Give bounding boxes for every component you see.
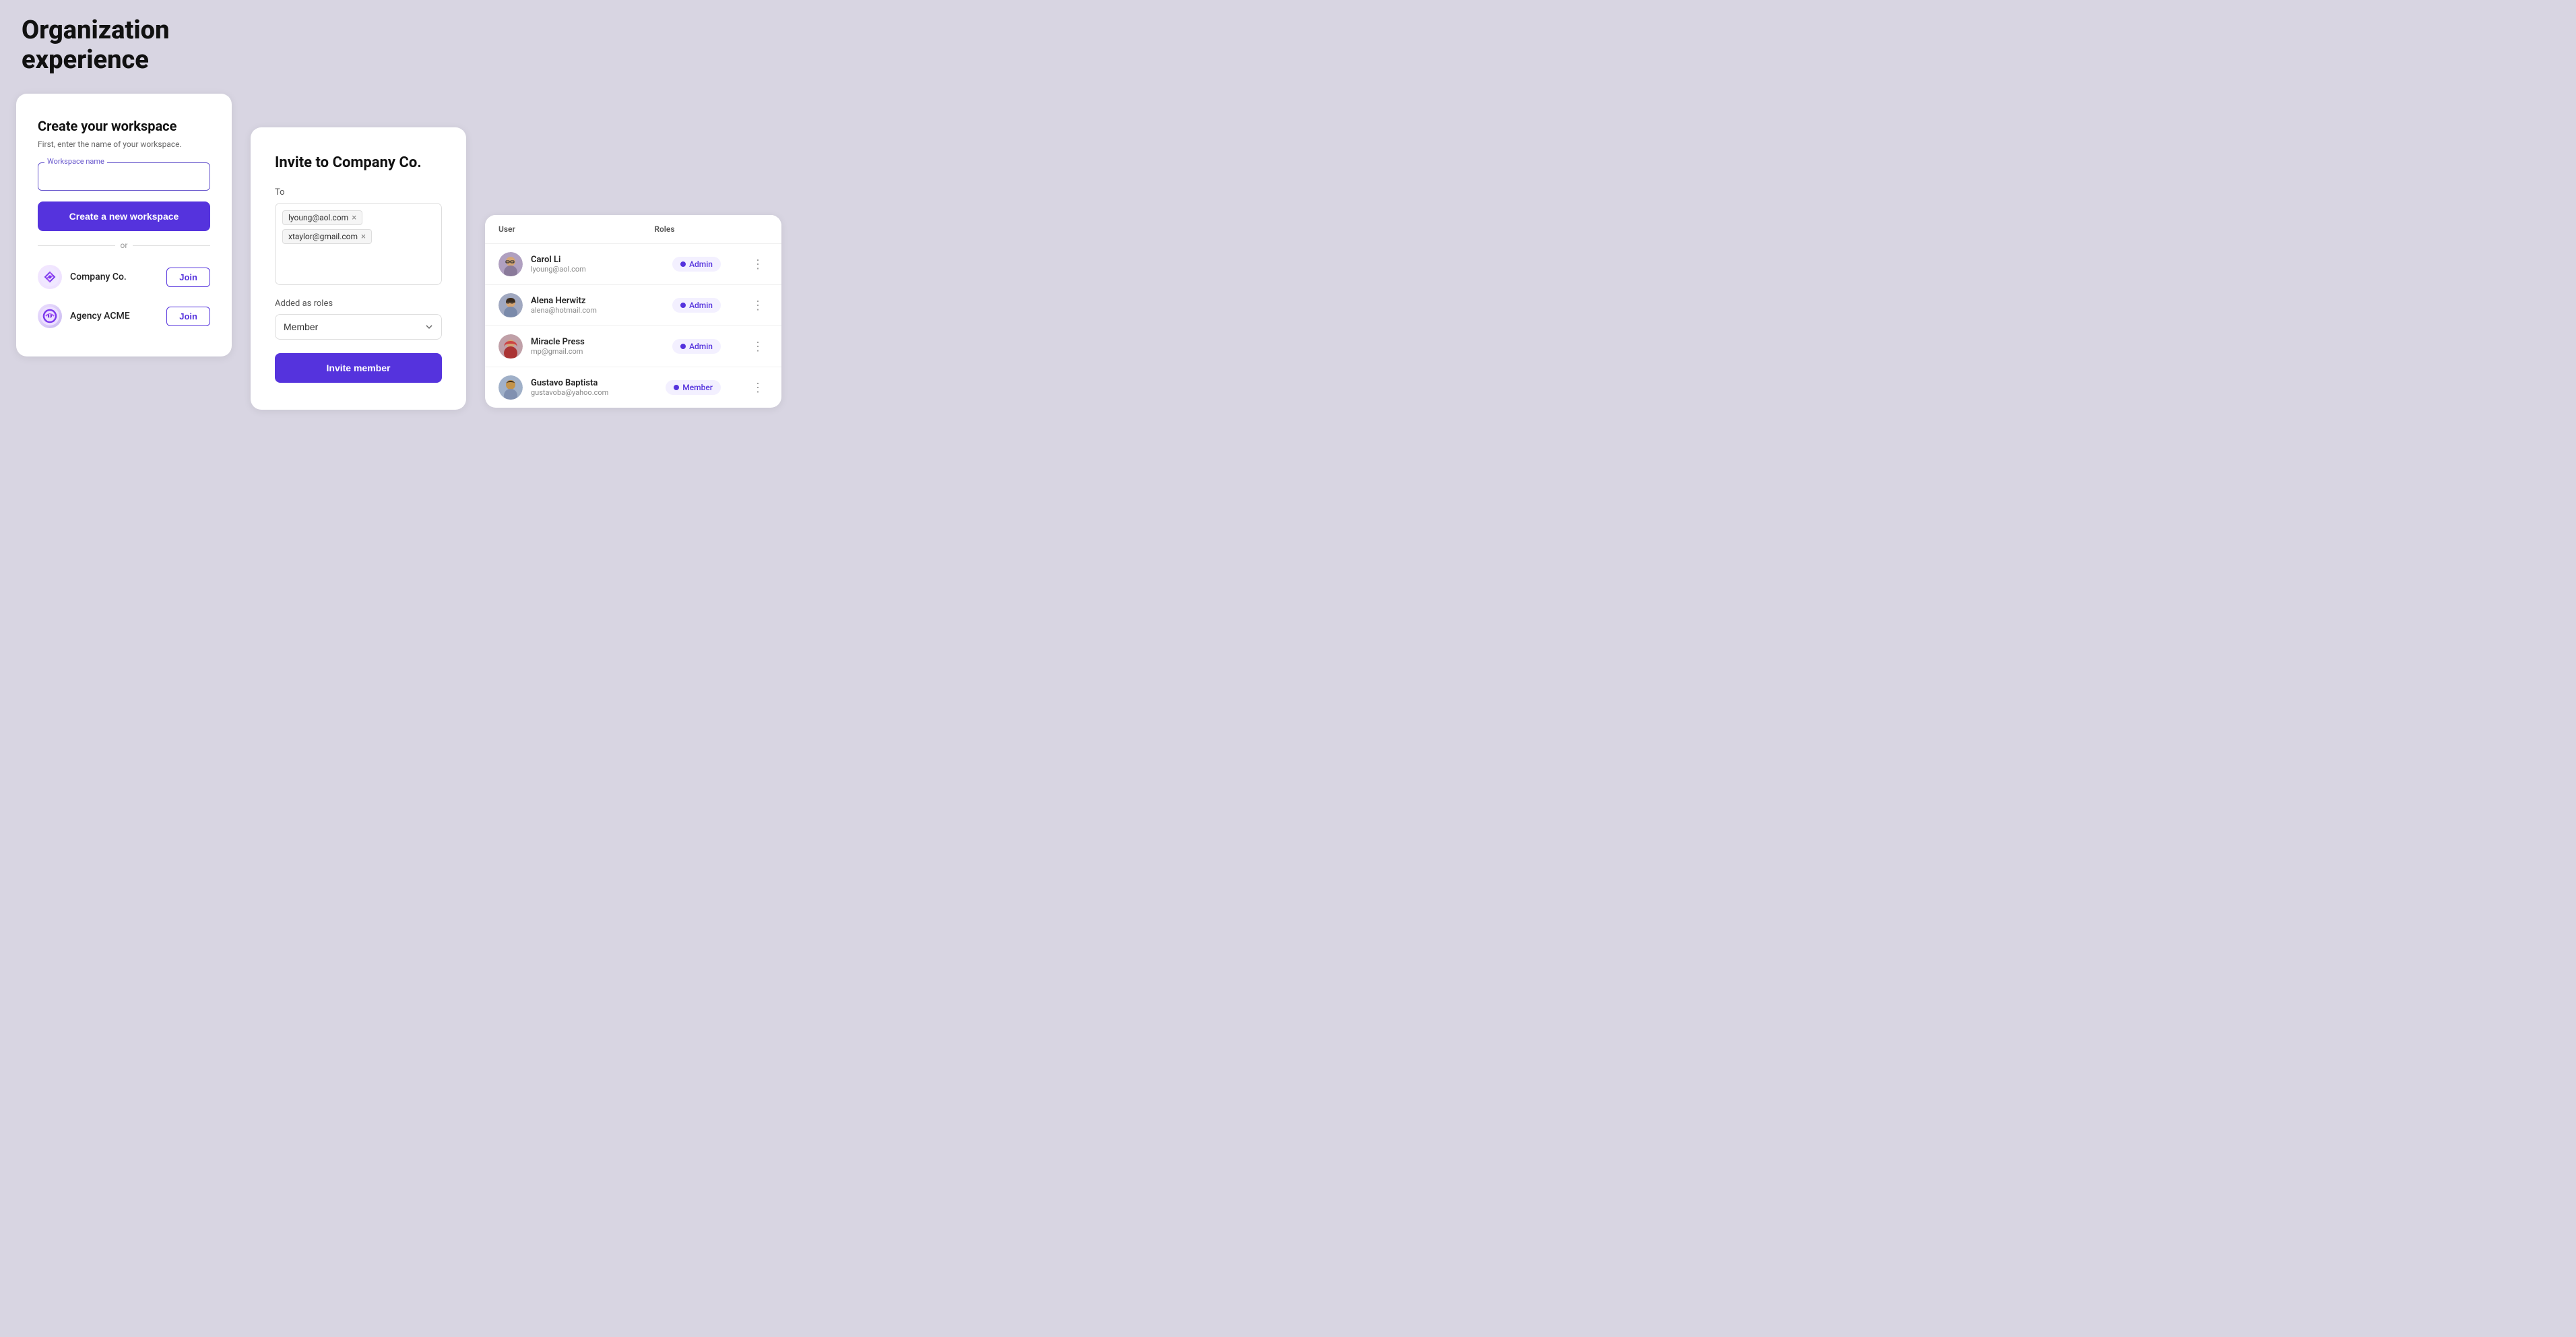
user-name-3: Gustavo Baptista <box>531 378 608 388</box>
user-cell-1: Alena Herwitz alena@hotmail.com <box>498 293 627 317</box>
create-workspace-panel: Create your workspace First, enter the n… <box>16 94 232 356</box>
more-options-button-3[interactable]: ⋮ <box>748 379 768 396</box>
user-cell-0: Carol Li lyoung@aol.com <box>498 252 627 276</box>
company-logo <box>38 265 62 289</box>
company-name: Company Co. <box>70 272 127 282</box>
role-dot-3 <box>674 385 679 390</box>
create-workspace-button[interactable]: Create a new workspace <box>38 201 210 231</box>
email-tag-1: lyoung@aol.com × <box>282 210 362 225</box>
role-badge-2: Admin <box>672 339 721 354</box>
col-user-header: User <box>485 215 641 244</box>
create-workspace-subheading: First, enter the name of your workspace. <box>38 139 210 149</box>
email-tag-2-remove[interactable]: × <box>361 232 366 241</box>
workspace-name-input[interactable] <box>38 162 210 191</box>
roles-label: Added as roles <box>275 299 442 309</box>
workspace-item-company: Company Co. Join <box>38 261 210 293</box>
create-workspace-heading: Create your workspace <box>38 118 210 134</box>
role-text-2: Admin <box>689 342 713 351</box>
user-info-0: Carol Li lyoung@aol.com <box>531 255 586 274</box>
role-badge-3: Member <box>666 380 721 395</box>
divider-text: or <box>121 241 128 250</box>
more-options-button-2[interactable]: ⋮ <box>748 338 768 355</box>
user-name-0: Carol Li <box>531 255 586 265</box>
user-name-2: Miracle Press <box>531 337 585 347</box>
role-dot-0 <box>680 261 686 267</box>
table-row: Gustavo Baptista gustavoba@yahoo.com Mem… <box>485 367 781 408</box>
user-cell-3: Gustavo Baptista gustavoba@yahoo.com <box>498 375 627 400</box>
role-dot-2 <box>680 344 686 349</box>
workspace-input-label: Workspace name <box>44 157 107 166</box>
role-text-1: Admin <box>689 301 713 310</box>
page-title: Organization experience <box>16 16 2560 75</box>
user-avatar-0 <box>498 252 523 276</box>
role-badge-0: Admin <box>672 257 721 272</box>
email-tag-2: xtaylor@gmail.com × <box>282 229 372 244</box>
join-company-button[interactable]: Join <box>166 268 210 287</box>
role-text-3: Member <box>682 383 713 392</box>
user-email-3: gustavoba@yahoo.com <box>531 388 608 397</box>
to-label: To <box>275 187 442 197</box>
workspace-item-agency: Agency ACME Join <box>38 300 210 332</box>
members-panel: User Roles Carol Li lyoung@aol.com <box>485 215 781 408</box>
role-dot-1 <box>680 303 686 308</box>
col-roles-header: Roles <box>641 215 734 244</box>
divider-left <box>38 245 115 246</box>
email-tags-box[interactable]: lyoung@aol.com × xtaylor@gmail.com × <box>275 203 442 285</box>
invite-heading: Invite to Company Co. <box>275 154 442 171</box>
user-cell-2: Miracle Press mp@gmail.com <box>498 334 627 359</box>
table-row: Alena Herwitz alena@hotmail.com Admin ⋮ <box>485 285 781 326</box>
agency-name: Agency ACME <box>70 311 130 321</box>
role-select[interactable]: Member Admin Viewer <box>275 314 442 340</box>
email-tag-2-address: xtaylor@gmail.com <box>288 232 358 241</box>
user-avatar-3 <box>498 375 523 400</box>
workspace-list: Company Co. Join Ag <box>38 261 210 332</box>
divider-right <box>133 245 210 246</box>
invite-member-button[interactable]: Invite member <box>275 353 442 383</box>
user-email-1: alena@hotmail.com <box>531 306 597 315</box>
user-avatar-1 <box>498 293 523 317</box>
email-tag-1-remove[interactable]: × <box>352 214 356 222</box>
user-email-0: lyoung@aol.com <box>531 265 586 274</box>
more-options-button-0[interactable]: ⋮ <box>748 256 768 273</box>
user-info-1: Alena Herwitz alena@hotmail.com <box>531 296 597 315</box>
email-tag-1-address: lyoung@aol.com <box>288 213 348 222</box>
user-info-3: Gustavo Baptista gustavoba@yahoo.com <box>531 378 608 397</box>
table-row: Carol Li lyoung@aol.com Admin ⋮ <box>485 244 781 285</box>
more-options-button-1[interactable]: ⋮ <box>748 297 768 314</box>
table-row: Miracle Press mp@gmail.com Admin ⋮ <box>485 326 781 367</box>
user-name-1: Alena Herwitz <box>531 296 597 306</box>
invite-panel: Invite to Company Co. To lyoung@aol.com … <box>251 127 466 410</box>
role-text-0: Admin <box>689 259 713 269</box>
role-badge-1: Admin <box>672 298 721 313</box>
join-agency-button[interactable]: Join <box>166 307 210 326</box>
user-email-2: mp@gmail.com <box>531 347 585 356</box>
user-avatar-2 <box>498 334 523 359</box>
agency-logo <box>38 304 62 328</box>
user-info-2: Miracle Press mp@gmail.com <box>531 337 585 356</box>
